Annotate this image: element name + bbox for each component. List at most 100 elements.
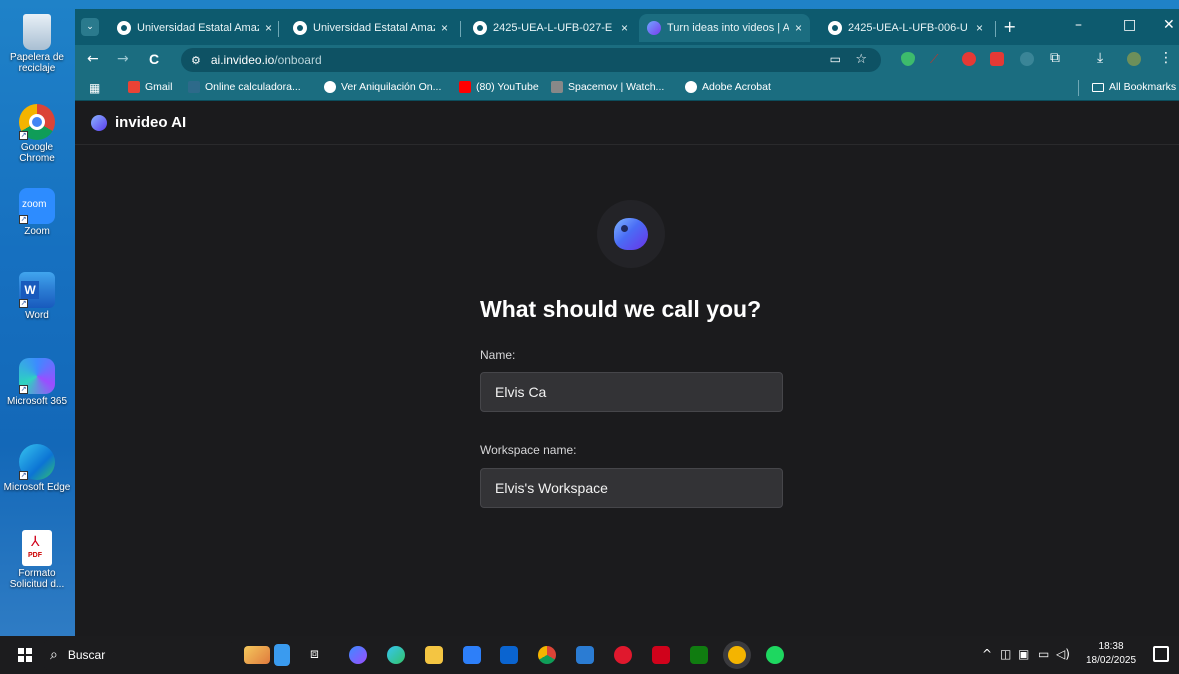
tab-5[interactable]: 2425-UEA-L-UFB-006-U × — [820, 14, 991, 42]
start-button[interactable] — [18, 648, 32, 662]
bookmark-label: Spacemov | Watch... — [568, 81, 665, 93]
outlook-icon[interactable] — [500, 646, 518, 664]
bookmark-label: Gmail — [145, 81, 173, 93]
close-tab-icon[interactable]: × — [621, 21, 628, 35]
chrome-active-taskbar-icon[interactable] — [728, 646, 746, 664]
maximize-button[interactable]: □ — [1123, 17, 1136, 33]
tab-strip: ⌄ Universidad Estatal Amaz × Universidad… — [75, 9, 1179, 45]
vpn-shield-icon[interactable] — [901, 52, 915, 66]
pdf-glyph: PDF — [28, 552, 42, 559]
clock-time: 18:38 — [1098, 641, 1124, 652]
edge-taskbar-icon[interactable] — [387, 646, 405, 664]
desktop-icon-word[interactable]: W ↗ Word — [3, 272, 71, 321]
tray-app-icon[interactable]: ▣ — [1018, 647, 1029, 661]
tab-title: Universidad Estatal Amaz — [313, 22, 435, 34]
copilot-icon[interactable] — [349, 646, 367, 664]
bookmark-youtube[interactable]: (80) YouTube — [459, 81, 539, 93]
desktop-icon-zoom[interactable]: zoom ↗ Zoom — [3, 188, 71, 237]
search-highlight-icon[interactable] — [244, 646, 270, 664]
tab-2[interactable]: Universidad Estatal Amaz × — [285, 14, 456, 42]
clock-date: 18/02/2025 — [1086, 655, 1137, 666]
desktop-icon-recycle-bin[interactable]: Papelera de reciclaje — [3, 14, 71, 74]
browser-window: ⌄ Universidad Estatal Amaz × Universidad… — [75, 9, 1179, 636]
search-icon: ⌕ — [50, 647, 58, 663]
extension-icon[interactable] — [1020, 52, 1034, 66]
xbox-icon[interactable] — [690, 646, 708, 664]
minimize-button[interactable]: – — [1075, 17, 1082, 33]
meet-now-icon[interactable]: ◫ — [1000, 647, 1011, 661]
tab-1[interactable]: Universidad Estatal Amaz × — [109, 14, 280, 42]
tab-3[interactable]: 2425-UEA-L-UFB-027-E × — [465, 14, 636, 42]
shortcut-arrow-icon: ↗ — [19, 215, 28, 224]
address-bar[interactable]: ⚙ ai.invideo.io/onboard ▭ ☆ — [181, 48, 881, 72]
opera-icon[interactable] — [614, 646, 632, 664]
bookmark-gmail[interactable]: Gmail — [128, 81, 172, 93]
profile-avatar-icon[interactable] — [1127, 52, 1141, 66]
video-downloader-extension-icon[interactable] — [990, 52, 1004, 66]
volume-icon[interactable]: ◁) — [1056, 647, 1070, 661]
bookmark-label: (80) YouTube — [476, 81, 539, 93]
network-icon[interactable]: ▭ — [1038, 647, 1049, 661]
close-window-button[interactable]: ✕ — [1163, 17, 1175, 33]
desktop-icon-chrome[interactable]: ↗ Google Chrome — [3, 104, 71, 164]
desktop-icon-edge[interactable]: ↗ Microsoft Edge — [3, 444, 71, 493]
desktop-icons: Papelera de reciclaje ↗ Google Chrome zo… — [0, 0, 74, 636]
bookmark-adobe-acrobat[interactable]: Adobe Acrobat — [685, 81, 771, 93]
system-clock[interactable]: 18:38 18/02/2025 — [1086, 640, 1136, 668]
apps-grid-icon[interactable]: ▦ — [89, 81, 100, 95]
reload-button[interactable]: C — [149, 51, 159, 67]
desktop-icon-label: Zoom — [24, 226, 50, 237]
invideo-onboard-page: invideo AI What should we call you? Name… — [75, 101, 1179, 636]
bookmark-star-icon[interactable]: ☆ — [855, 52, 867, 67]
adblock-extension-icon[interactable] — [962, 52, 976, 66]
workspace-name-label: Workspace name: — [480, 443, 577, 457]
extensions-puzzle-icon[interactable]: ⧉ — [1050, 50, 1064, 66]
tab-favicon — [293, 21, 307, 35]
taskbar-search[interactable]: ⌕ Buscar — [44, 640, 232, 670]
name-input[interactable]: Elvis Ca — [480, 372, 783, 412]
desktop-icon-pdf[interactable]: PDF ⅄ Formato Solicitud d... — [3, 530, 71, 590]
file-explorer-icon[interactable] — [425, 646, 443, 664]
notification-center-icon[interactable] — [1153, 646, 1169, 662]
task-view-icon[interactable]: ⧈ — [310, 646, 328, 664]
spotify-icon[interactable] — [766, 646, 784, 664]
tab-title: Universidad Estatal Amaz — [137, 22, 259, 34]
tab-active-invideo[interactable]: Turn ideas into videos | A × — [639, 14, 811, 42]
close-tab-icon[interactable]: × — [795, 21, 802, 35]
bookmark-calculadora[interactable]: Online calculadora... — [188, 81, 301, 93]
browser-menu-icon[interactable]: ⋮ — [1159, 50, 1173, 66]
page-title: What should we call you? — [480, 296, 762, 322]
downloads-icon[interactable]: ⤓ — [1097, 50, 1111, 66]
globe-icon — [324, 81, 336, 93]
brand-name[interactable]: invideo AI — [115, 114, 186, 131]
site-settings-icon[interactable]: ⚙ — [191, 54, 201, 67]
search-highlight-figure-icon — [274, 644, 290, 666]
bookmark-aniquilacion[interactable]: Ver Aniquilación On... — [324, 81, 441, 93]
acrobat-icon: ⅄ — [31, 534, 40, 550]
bookmarks-separator — [1078, 80, 1079, 96]
tab-search-button[interactable]: ⌄ — [81, 18, 99, 36]
clapperboard-icon — [551, 81, 563, 93]
close-tab-icon[interactable]: × — [441, 21, 448, 35]
forward-button[interactable]: → — [117, 51, 129, 67]
desktop-icon-m365[interactable]: ↗ Microsoft 365 — [3, 358, 71, 407]
edge-icon: ↗ — [19, 444, 55, 480]
install-app-icon[interactable]: ▭ — [830, 52, 841, 66]
logo-eye — [621, 225, 628, 232]
chrome-taskbar-icon[interactable] — [538, 646, 556, 664]
url-host: ai.invideo.io — [210, 53, 275, 67]
tab-title: 2425-UEA-L-UFB-027-E — [493, 22, 613, 34]
tray-overflow-icon[interactable]: ^ — [982, 647, 992, 661]
word-taskbar-icon[interactable] — [576, 646, 594, 664]
microsoft-store-icon[interactable] — [463, 646, 481, 664]
workspace-name-input[interactable]: Elvis's Workspace — [480, 468, 783, 508]
all-bookmarks-button[interactable]: All Bookmarks — [1092, 81, 1176, 93]
close-tab-icon[interactable]: × — [976, 21, 983, 35]
invideo-logo-icon[interactable] — [91, 114, 107, 131]
back-button[interactable]: ← — [87, 51, 99, 67]
close-tab-icon[interactable]: × — [265, 21, 272, 35]
dropper-extension-icon[interactable]: ⟋ — [930, 52, 944, 66]
bookmark-spacemov[interactable]: Spacemov | Watch... — [551, 81, 664, 93]
acrobat-taskbar-icon[interactable] — [652, 646, 670, 664]
new-tab-button[interactable]: + — [1003, 17, 1016, 36]
